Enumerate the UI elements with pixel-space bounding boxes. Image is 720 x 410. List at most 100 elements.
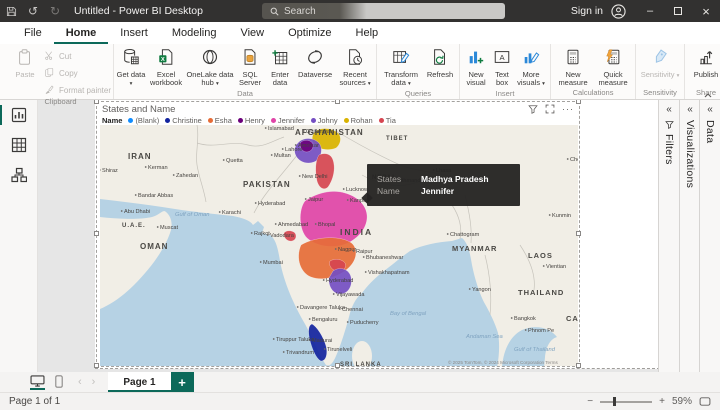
legend-item-jennifer[interactable]: Jennifer [270, 116, 305, 125]
legend: Name (Blank) Christine Esha Henry Jennifer Joh… [102, 116, 396, 125]
excel-workbook-button[interactable]: X Excel workbook [146, 46, 186, 88]
zoom-slider-thumb[interactable] [613, 397, 617, 406]
panel-strip-visualizations[interactable]: « Visualizations [679, 100, 700, 372]
zoom-in-icon[interactable]: + [659, 396, 665, 407]
rail-model-view[interactable] [0, 160, 38, 190]
legend-item-rohan[interactable]: Rohan [343, 116, 373, 125]
sign-in-button[interactable]: Sign in [571, 5, 603, 17]
cut-button[interactable]: Cut [44, 50, 111, 63]
legend-item-christine[interactable]: Christine [165, 116, 202, 125]
resize-handle[interactable] [576, 231, 581, 236]
morevisuals-icon [522, 48, 540, 69]
rail-table-view[interactable] [0, 130, 38, 160]
panel-strip-filters[interactable]: « Filters [658, 100, 679, 372]
add-page-button[interactable]: + [170, 372, 194, 392]
refresh-button[interactable]: Refresh [423, 46, 457, 79]
city-dot [346, 199, 349, 201]
desktop-view-icon[interactable] [30, 374, 45, 390]
report-page[interactable]: States and Name ··· Name (Blank) Christine… [94, 99, 660, 369]
city-dot [566, 158, 569, 160]
panel-strip-data[interactable]: « Data [699, 100, 720, 372]
city-dot [548, 214, 551, 216]
map-label: Ahmedabad [278, 222, 308, 228]
redo-icon[interactable]: ↻ [44, 0, 66, 22]
new-visual-button[interactable]: New visual [462, 46, 490, 88]
map-label: Trivandrum [286, 350, 314, 356]
dataverse-button[interactable]: Dataverse [294, 46, 336, 79]
ribbon-group-label: Queries [404, 88, 432, 98]
sensitivity-button[interactable]: Sensitivity ▾ [638, 46, 682, 80]
account-avatar-icon[interactable] [611, 3, 626, 19]
menu-item-insert[interactable]: Insert [108, 22, 160, 44]
zoom-out-icon[interactable]: − [587, 396, 593, 407]
menu-item-optimize[interactable]: Optimize [276, 22, 343, 44]
zoom-slider[interactable] [600, 397, 653, 406]
clipboard-icon [16, 48, 34, 69]
map-label: Islamabad [268, 126, 294, 132]
ribbon-group-label: Sensitivity [643, 88, 677, 97]
more-options-icon[interactable]: ··· [562, 104, 574, 114]
quick-measure-button[interactable]: Quick measure [593, 46, 633, 88]
sql-server-button[interactable]: SQL Server [234, 46, 266, 88]
filter-icon[interactable] [528, 104, 538, 114]
map-label: OMAN [140, 242, 168, 251]
publish-button[interactable]: Publish [687, 46, 720, 79]
india-filled-map[interactable]: IRANAFGHANISTANPAKISTANINDIANEPALTIBETMY… [100, 125, 578, 366]
map-label: CA [566, 314, 578, 323]
filled-map[interactable]: IRANAFGHANISTANPAKISTANINDIANEPALTIBETMY… [100, 125, 578, 366]
paste-button[interactable]: Paste [10, 46, 40, 79]
resize-handle[interactable] [94, 231, 99, 236]
menu-item-file[interactable]: File [12, 22, 54, 44]
resize-handle[interactable] [335, 363, 340, 368]
expand-panel-icon[interactable]: « [666, 105, 672, 115]
menu-item-view[interactable]: View [228, 22, 276, 44]
get-data-button[interactable]: Get data ▾ [116, 46, 146, 89]
minimize-button[interactable]: – [636, 0, 664, 22]
map-visual[interactable]: States and Name ··· Name (Blank) Christine… [94, 99, 581, 368]
search-input[interactable]: Search [262, 3, 505, 19]
expand-panel-icon[interactable]: « [687, 105, 693, 115]
quickmeasure-icon [604, 48, 622, 69]
next-page-icon[interactable]: › [92, 376, 96, 388]
transform-icon [392, 48, 410, 69]
copy-button[interactable]: Copy [44, 67, 111, 80]
legend-item-esha[interactable]: Esha [207, 116, 232, 125]
expand-panel-icon[interactable]: « [707, 105, 713, 115]
transform-data-button[interactable]: Transform data ▾ [379, 46, 423, 89]
legend-item-blank[interactable]: (Blank) [128, 116, 159, 125]
menu-item-modeling[interactable]: Modeling [160, 22, 229, 44]
map-label: THAILAND [518, 288, 564, 297]
svg-text:A: A [499, 53, 505, 62]
fit-to-page-icon[interactable] [699, 397, 711, 406]
legend-item-tia[interactable]: Tia [378, 116, 396, 125]
legend-item-johny[interactable]: Johny [310, 116, 338, 125]
format-painter-button[interactable]: Format painter [44, 84, 111, 97]
close-button[interactable]: × [692, 0, 720, 22]
mobile-view-icon[interactable] [55, 374, 63, 388]
menu-item-home[interactable]: Home [54, 22, 109, 44]
page-tab[interactable]: Page 1 [108, 372, 171, 392]
recent-sources-button[interactable]: Recent sources ▾ [336, 46, 374, 89]
city-dot [468, 288, 471, 290]
undo-icon[interactable]: ↺ [22, 0, 44, 22]
new-measure-button[interactable]: New measure [553, 46, 593, 88]
city-dot [446, 233, 449, 235]
maximize-button[interactable] [664, 0, 692, 22]
city-dot [510, 317, 513, 319]
text-box-button[interactable]: A Text box [490, 46, 514, 88]
sql-icon [241, 48, 259, 69]
collapse-ribbon-icon[interactable] [704, 90, 712, 101]
legend-item-henry[interactable]: Henry [237, 116, 265, 125]
onelake-data-hub-button[interactable]: OneLake data hub ▾ [186, 46, 234, 89]
recent-icon [346, 48, 364, 69]
ribbon-group-clipboard: Paste Cut Copy Format painter Clipboard [8, 44, 115, 106]
enter-data-button[interactable]: Enter data [266, 46, 294, 88]
resize-handle[interactable] [94, 363, 99, 368]
save-icon[interactable] [0, 0, 22, 22]
prev-page-icon[interactable]: ‹ [78, 376, 82, 388]
focus-mode-icon[interactable] [545, 104, 555, 114]
map-label: Gujranwala [306, 129, 335, 135]
menu-item-help[interactable]: Help [344, 22, 391, 44]
more-visuals-button[interactable]: More visuals ▾ [514, 46, 548, 89]
resize-handle[interactable] [576, 363, 581, 368]
